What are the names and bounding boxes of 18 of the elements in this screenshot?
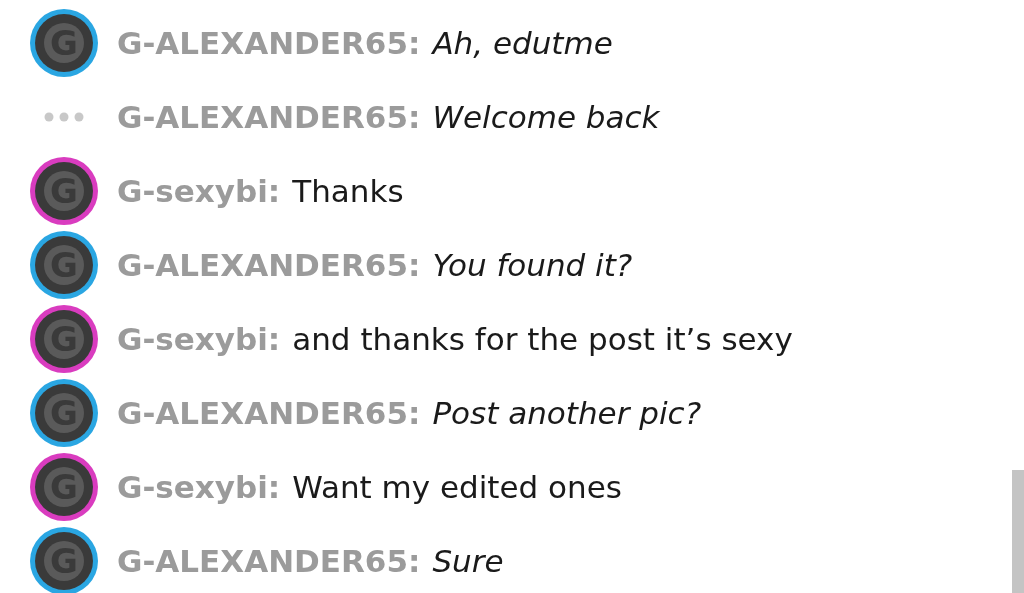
sender-name: G-ALEXANDER65: xyxy=(117,541,421,581)
message-text: Welcome back xyxy=(432,97,660,137)
message-text: You found it? xyxy=(432,245,633,285)
sender-name: G-sexybi: xyxy=(117,467,281,507)
message-text: Thanks xyxy=(292,171,404,211)
message-text: Post another pic? xyxy=(432,393,702,433)
sender-name: G-ALEXANDER65: xyxy=(117,245,421,285)
typing-dots-icon xyxy=(44,112,84,122)
sender-name: G-ALEXANDER65: xyxy=(117,23,421,63)
sender-name: G-ALEXANDER65: xyxy=(117,97,421,137)
message-text: Ah, edutme xyxy=(432,23,613,63)
message-text: Want my edited ones xyxy=(292,467,622,507)
sender-name: G-sexybi: xyxy=(117,171,281,211)
message-text: Sure xyxy=(432,541,504,581)
sender-name: G-ALEXANDER65: xyxy=(117,393,421,433)
message-text: and thanks for the post it’s sexy xyxy=(292,319,793,359)
sender-name: G-sexybi: xyxy=(117,319,281,359)
scrollbar[interactable] xyxy=(1012,470,1024,593)
